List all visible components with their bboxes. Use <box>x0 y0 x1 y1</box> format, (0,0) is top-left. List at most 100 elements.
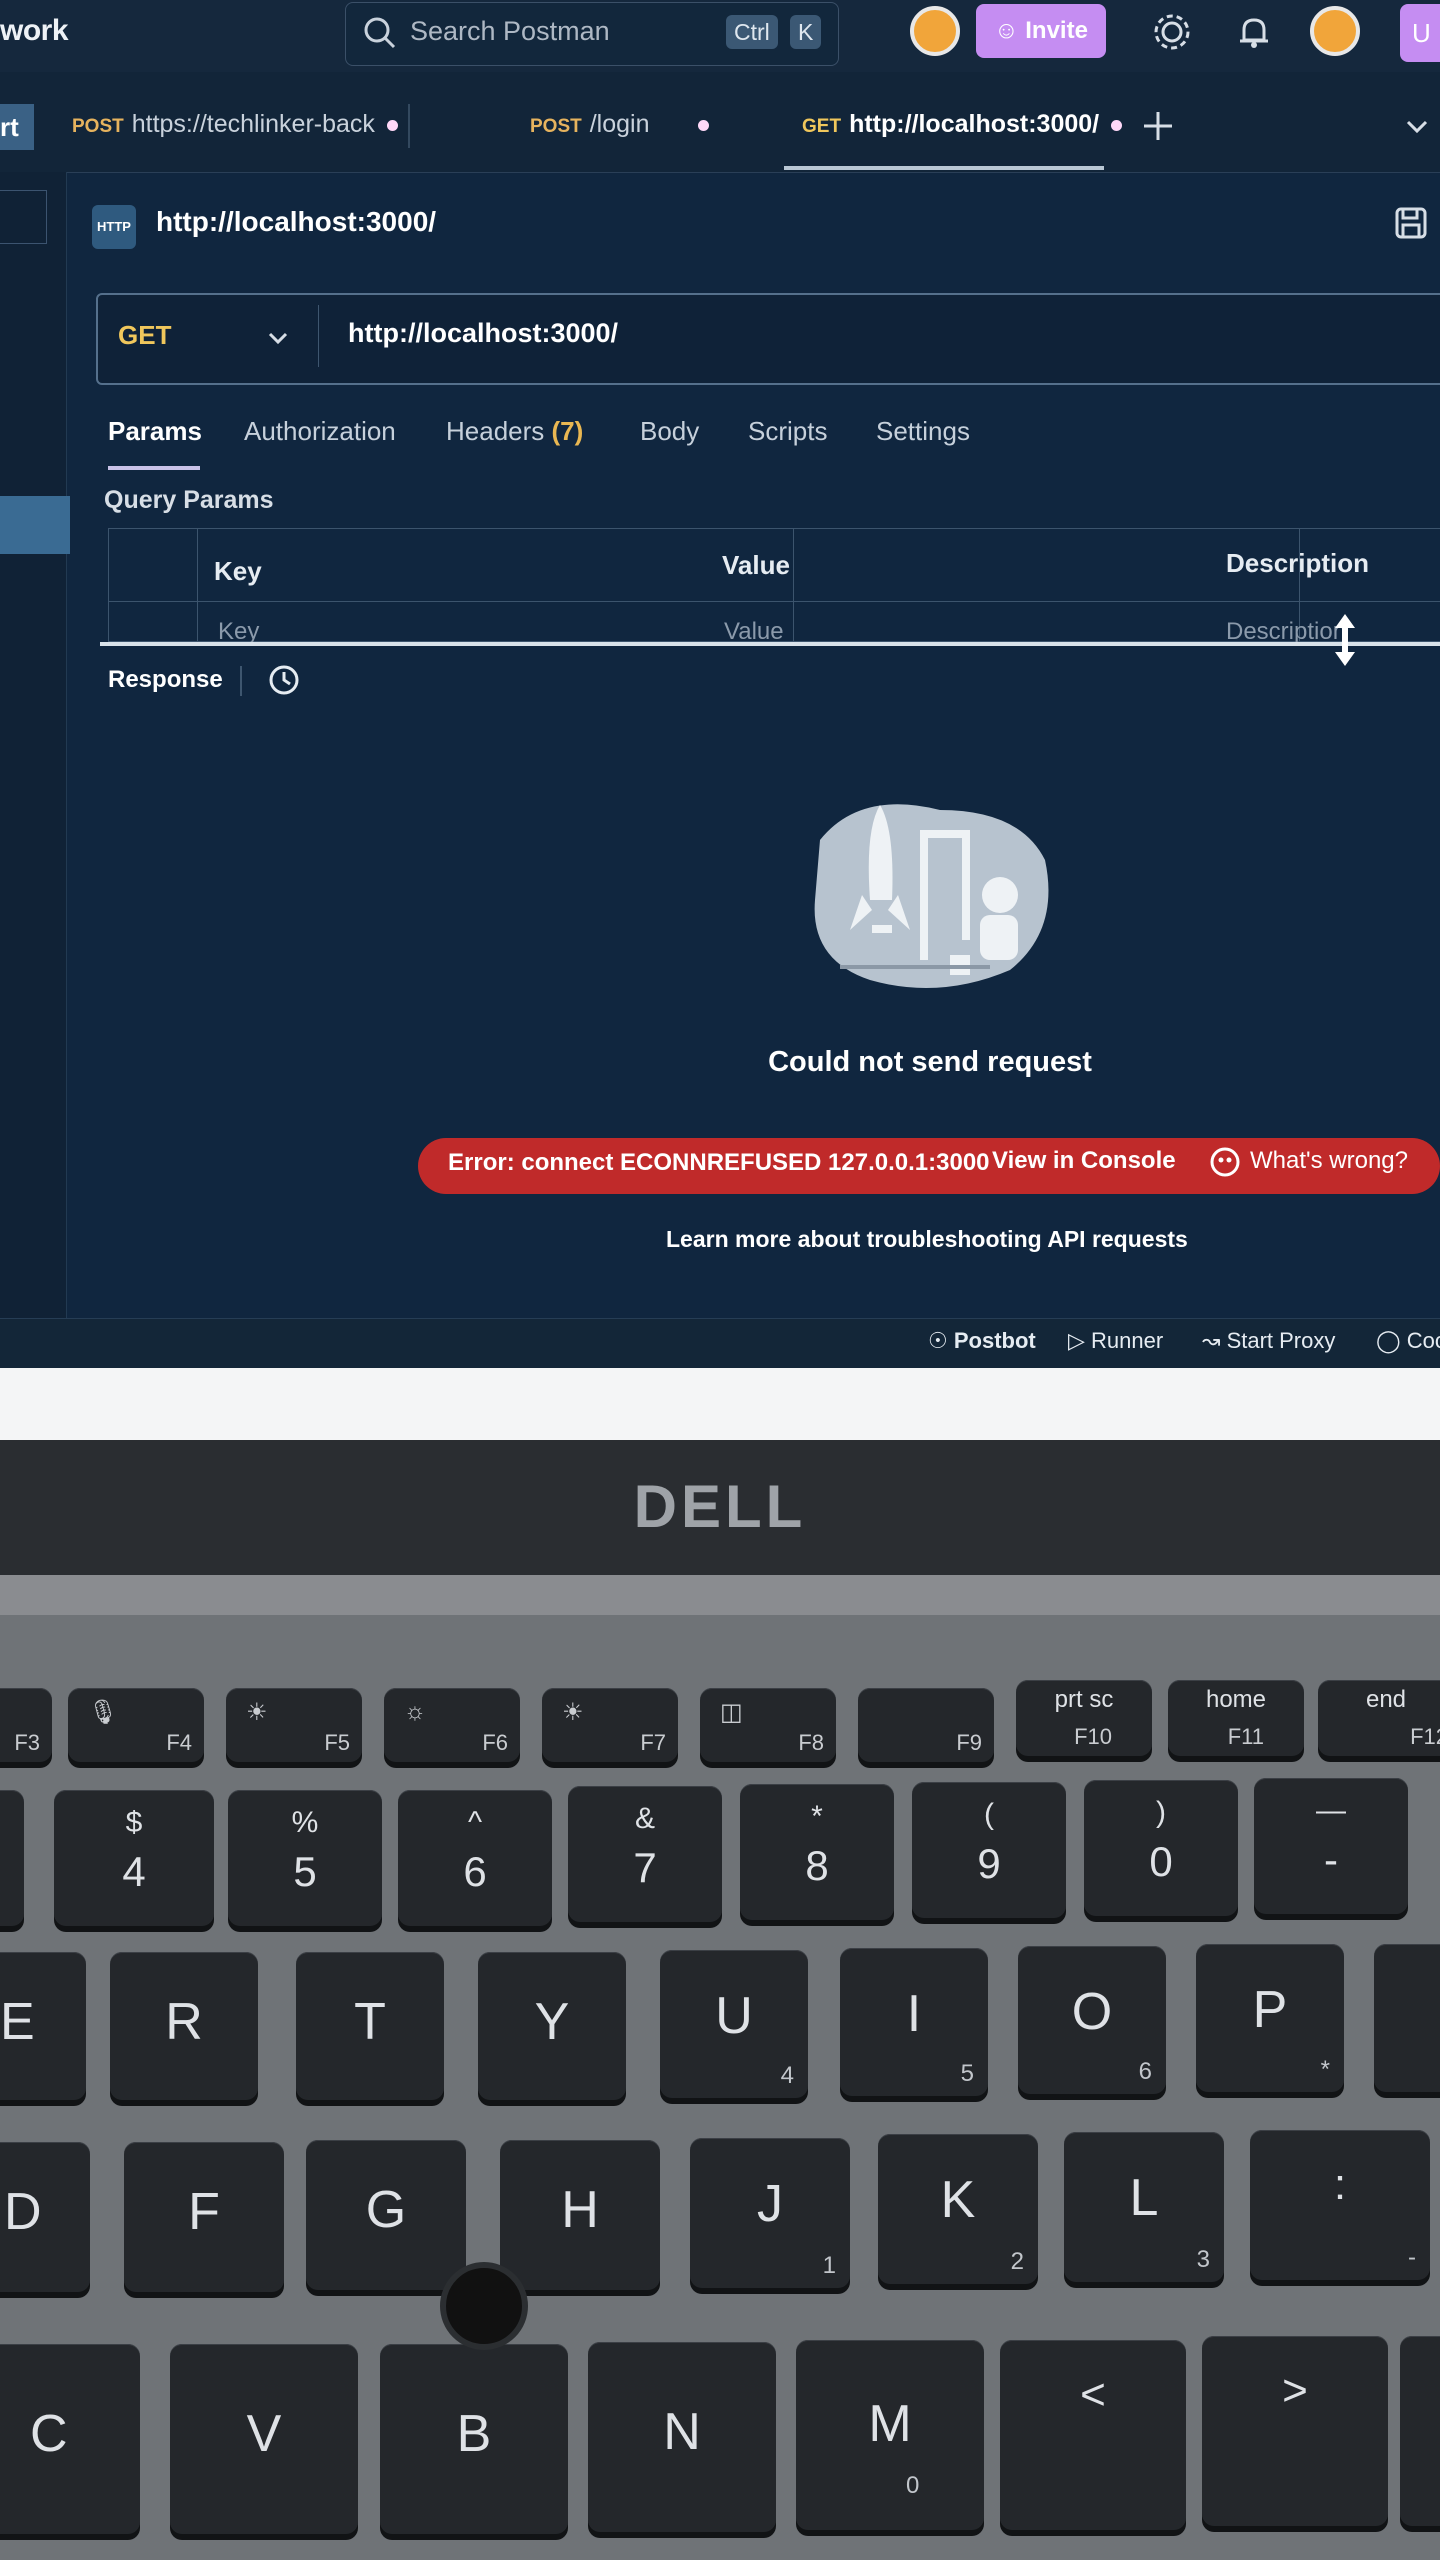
add-user-icon: ☺ <box>994 17 1019 44</box>
dell-logo: DELL <box>633 1473 807 1540</box>
key-f12[interactable]: end F12 <box>1318 1680 1440 1756</box>
trackpoint[interactable] <box>440 2262 528 2350</box>
chevron-down-icon[interactable] <box>264 324 292 352</box>
key-t[interactable]: T <box>296 1952 444 2100</box>
team-avatar[interactable] <box>910 6 960 56</box>
key-c[interactable]: C <box>0 2344 140 2534</box>
column-header-key: Key <box>214 556 262 586</box>
tab-body[interactable]: Body <box>640 416 699 447</box>
tab-post-techlinker[interactable]: POST https://techlinker-back <box>72 110 398 150</box>
tab-settings[interactable]: Settings <box>876 416 970 447</box>
tab-params[interactable]: Params <box>108 416 202 447</box>
divider <box>318 305 319 367</box>
key-0[interactable]: ) 0 <box>1084 1780 1238 1916</box>
key-slash[interactable] <box>1400 2336 1440 2526</box>
key-f7[interactable]: ☀ F7 <box>542 1688 678 1762</box>
postbot-button[interactable]: ☉ Postbot <box>928 1328 1036 1354</box>
learn-more-link[interactable]: Learn more about troubleshooting API req… <box>666 1226 1188 1253</box>
workspace-name[interactable]: work <box>0 14 69 48</box>
start-proxy-button[interactable]: ↝ Start Proxy <box>1202 1328 1335 1354</box>
search-input[interactable]: Search Postman Ctrl K <box>345 2 839 66</box>
key-f8[interactable]: ◫ F8 <box>700 1688 836 1762</box>
tab-scripts[interactable]: Scripts <box>748 416 827 447</box>
key-f3[interactable]: F3 <box>0 1688 52 1762</box>
key-k[interactable]: K 2 <box>878 2134 1038 2284</box>
key-f9[interactable]: F9 <box>858 1688 994 1762</box>
key-f5[interactable]: ☀ F5 <box>226 1688 362 1762</box>
key-bracket[interactable] <box>1374 1944 1440 2092</box>
chevron-down-icon[interactable] <box>1402 112 1432 142</box>
key-o[interactable]: O 6 <box>1018 1946 1166 2094</box>
postman-window: work Search Postman Ctrl K ☺ Invite U rt… <box>0 0 1440 1380</box>
request-title[interactable]: http://localhost:3000/ <box>156 206 436 238</box>
runner-button[interactable]: ▷ Runner <box>1068 1328 1163 1354</box>
key-semicolon[interactable]: : - <box>1250 2130 1430 2280</box>
error-title: Could not send request <box>768 1046 1092 1078</box>
proxy-icon: ↝ <box>1202 1328 1221 1353</box>
key-9[interactable]: ( 9 <box>912 1782 1066 1918</box>
key-5[interactable]: % 5 <box>228 1790 382 1926</box>
pane-resize-handle[interactable] <box>100 642 1440 646</box>
tab-authorization[interactable]: Authorization <box>244 416 396 447</box>
sidebar-selected-item[interactable] <box>0 496 70 554</box>
upgrade-button[interactable]: U <box>1400 4 1440 62</box>
divider <box>240 666 242 696</box>
key-p[interactable]: P * <box>1196 1944 1344 2092</box>
plus-icon[interactable] <box>1140 108 1176 144</box>
key-d[interactable]: D <box>0 2142 90 2292</box>
history-icon[interactable] <box>266 662 302 698</box>
unsaved-dot <box>1111 119 1123 131</box>
key-g[interactable]: G <box>306 2140 466 2290</box>
key-7[interactable]: & 7 <box>568 1786 722 1922</box>
user-avatar[interactable] <box>1310 6 1360 56</box>
bell-icon[interactable] <box>1232 10 1276 54</box>
key-j[interactable]: J 1 <box>690 2138 850 2288</box>
key-minus[interactable]: — - <box>1254 1778 1408 1914</box>
gear-icon[interactable] <box>1150 10 1194 54</box>
resize-arrows-icon[interactable] <box>1330 612 1360 668</box>
invite-button[interactable]: ☺ Invite <box>976 4 1106 58</box>
key-f6[interactable]: ☼ F6 <box>384 1688 520 1762</box>
key-b[interactable]: B <box>380 2344 568 2534</box>
tab-headers[interactable]: Headers (7) <box>446 416 583 447</box>
url-input[interactable]: http://localhost:3000/ <box>348 318 618 349</box>
key-period[interactable]: > <box>1202 2336 1388 2526</box>
tab-get-localhost[interactable]: GET http://localhost:3000/ <box>802 110 1123 150</box>
key-m[interactable]: M 0 <box>796 2340 984 2530</box>
key-y[interactable]: Y <box>478 1952 626 2100</box>
sidebar-toggle-button[interactable]: rt <box>0 104 34 150</box>
key-f11[interactable]: home F11 <box>1168 1680 1304 1756</box>
sidebar-search-box[interactable] <box>0 190 47 244</box>
key-u[interactable]: U 4 <box>660 1950 808 2098</box>
tab-divider <box>408 104 410 148</box>
headers-count-badge: (7) <box>551 416 584 446</box>
key-l[interactable]: L 3 <box>1064 2132 1224 2282</box>
search-placeholder: Search Postman <box>410 16 610 46</box>
view-in-console-link[interactable]: View in Console <box>992 1147 1176 1175</box>
key-r[interactable]: R <box>110 1952 258 2100</box>
key-h[interactable]: H <box>500 2140 660 2290</box>
tab-post-login[interactable]: POST/login <box>530 110 709 150</box>
key-f[interactable]: F <box>124 2142 284 2292</box>
key-column <box>197 529 794 641</box>
column-header-value: Value <box>722 550 790 580</box>
save-icon[interactable] <box>1393 205 1429 241</box>
http-icon: HTTP <box>92 205 136 249</box>
cookie-icon: ◯ <box>1376 1328 1401 1353</box>
display-switch-icon: ◫ <box>720 1699 743 1726</box>
key-6[interactable]: ^ 6 <box>398 1790 552 1926</box>
key-v[interactable]: V <box>170 2344 358 2534</box>
key-e[interactable]: E <box>0 1952 86 2100</box>
key-4[interactable]: $ 4 <box>54 1790 214 1926</box>
whats-wrong-button[interactable]: What's wrong? <box>1250 1147 1408 1175</box>
method-select[interactable]: GET <box>118 320 171 351</box>
key-comma[interactable]: < <box>1000 2340 1186 2530</box>
cookies-button[interactable]: ◯ Coo <box>1376 1328 1440 1354</box>
key-8[interactable]: * 8 <box>740 1784 894 1920</box>
key-f4[interactable]: 🎙 F4 <box>68 1688 204 1762</box>
key-i[interactable]: I 5 <box>840 1948 988 2096</box>
unsaved-dot <box>697 119 709 131</box>
key-f10[interactable]: prt sc F10 <box>1016 1680 1152 1756</box>
key-n[interactable]: N <box>588 2342 776 2532</box>
key-partial[interactable] <box>0 1790 24 1926</box>
